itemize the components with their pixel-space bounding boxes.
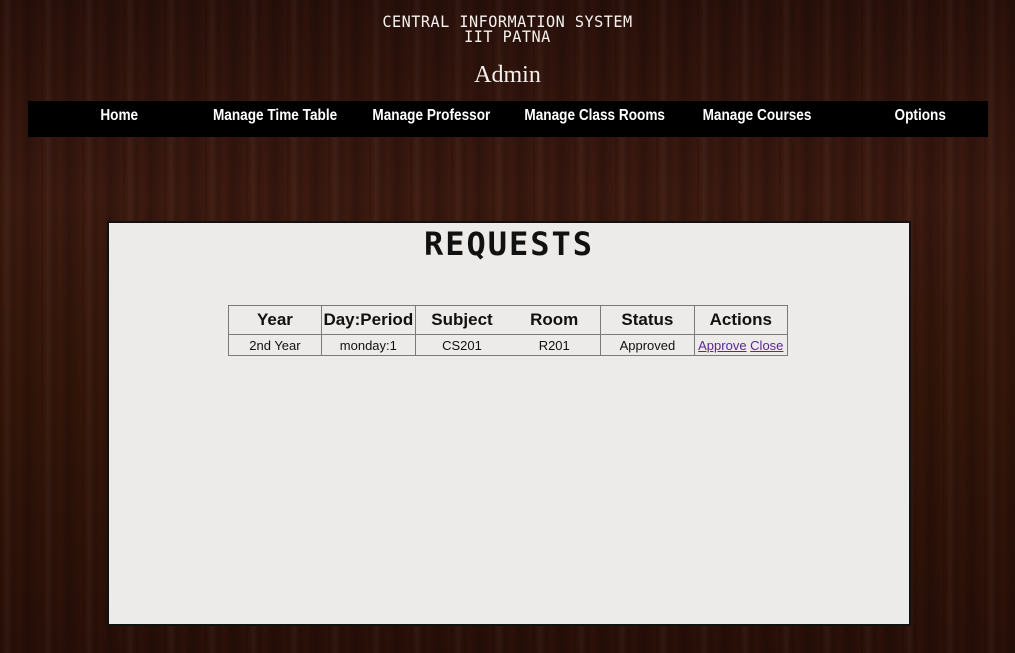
column-header-subject: Subject [414,305,509,335]
nav-manage-courses[interactable]: Manage Courses [703,101,812,131]
approve-link[interactable]: Approve [698,338,746,353]
cell-actions: Approve Close [693,334,789,356]
site-title-line2: IIT PATNA [464,27,551,46]
cell-subject: CS201 [414,334,509,356]
panel-title: REQUESTS [423,225,595,263]
requests-table: Year Day:Period Subject Room Status Acti… [228,305,789,356]
column-header-status: Status [600,305,695,335]
cell-status: Approved [600,334,695,356]
column-header-day-period: Day:Period [320,305,416,335]
column-header-actions: Actions [693,305,789,335]
table-row: 2nd Year monday:1 CS201 R201 Approved Ap… [228,334,789,356]
nav-manage-professor[interactable]: Manage Professor [372,101,490,131]
table-header-row: Year Day:Period Subject Room Status Acti… [228,305,789,335]
close-link[interactable]: Close [750,338,783,353]
nav-options[interactable]: Options [895,101,946,131]
user-role: Admin [474,62,541,88]
nav-home[interactable]: Home [100,101,138,131]
site-title: CENTRAL INFORMATION SYSTEM IIT PATNA [25,14,989,46]
nav-manage-time-table[interactable]: Manage Time Table [213,101,337,131]
cell-year: 2nd Year [228,334,322,356]
column-header-year: Year [228,305,322,335]
column-header-room: Room [508,305,602,335]
cell-room: R201 [508,334,602,356]
nav-manage-class-rooms[interactable]: Manage Class Rooms [524,101,665,131]
cell-day-period: monday:1 [320,334,416,356]
requests-panel: REQUESTS Year Day:Period Subject Room St… [107,221,911,626]
main-navbar: Home Manage Time Table Manage Professor … [28,101,988,137]
